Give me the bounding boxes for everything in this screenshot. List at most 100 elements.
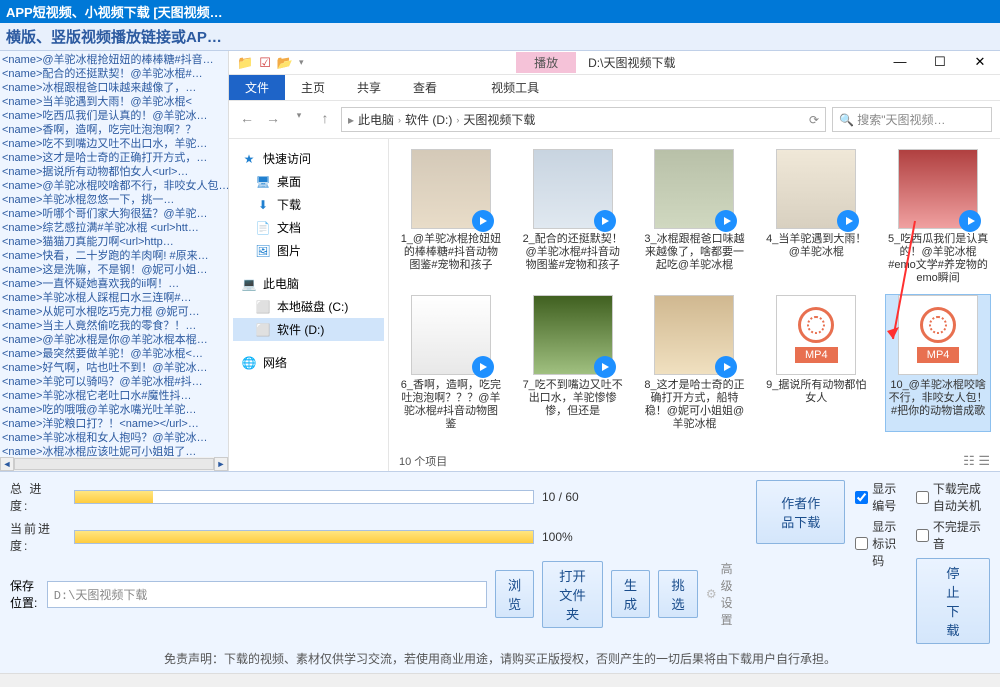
play-badge-icon (472, 210, 494, 232)
nav-desktop[interactable]: 🖥桌面 (233, 170, 384, 193)
log-line: <name>据说所有动物都怕女人<url>… (2, 165, 226, 179)
view-mode-icons[interactable]: ☷ ☰ (963, 453, 990, 469)
nav-recent-icon[interactable]: ▾ (289, 110, 309, 130)
folder-icon[interactable]: 📁 (237, 55, 253, 71)
pick-button[interactable]: 挑选 (658, 570, 698, 618)
file-item[interactable]: 6_香啊，造啊，吃完吐泡泡啊？？？@羊驼冰棍#抖音动物图鉴 (399, 295, 503, 431)
picture-icon: 🖼 (255, 243, 271, 259)
refresh-icon[interactable]: ⟳ (809, 113, 819, 127)
current-progress-text: 100% (542, 530, 642, 544)
file-grid[interactable]: 1_@羊驼冰棍抢妞妞的棒棒糖#抖音动物图鉴#宠物和孩子 2_配合的还挺默契！@羊驼… (389, 139, 1000, 471)
file-thumbnail (776, 149, 856, 229)
document-icon: 📄 (255, 220, 271, 236)
current-progress-bar (74, 530, 534, 544)
checkbox-show-code[interactable]: 显示标识码 (855, 518, 906, 569)
file-item[interactable]: 1_@羊驼冰棍抢妞妞的棒棒糖#抖音动物图鉴#宠物和孩子 (399, 149, 503, 285)
current-progress-label: 当前进度: (10, 520, 66, 554)
stop-download-button[interactable]: 停止下载 (916, 558, 990, 644)
nav-drive-d[interactable]: ⬜软件 (D:) (233, 318, 384, 341)
navigation-pane[interactable]: ★快速访问 🖥桌面 ⬇下载 📄文档 🖼图片 💻此电脑 ⬜本地磁盘 (C:) ⬜软… (229, 139, 389, 471)
total-progress-label: 总 进 度: (10, 480, 66, 514)
chevron-right-icon[interactable]: › (456, 115, 459, 125)
scroll-left-icon[interactable]: ◄ (0, 457, 14, 471)
scroll-right-icon[interactable]: ► (214, 457, 228, 471)
log-line: <name>好气啊，咕也吐不到！@羊驼冰… (2, 361, 226, 375)
tab-view[interactable]: 查看 (397, 75, 453, 100)
address-bar[interactable]: ▸ 此电脑 › 软件 (D:) › 天图视频下载 ⟳ (341, 107, 826, 132)
close-button[interactable]: ✕ (960, 51, 1000, 75)
file-thumbnail (411, 295, 491, 375)
maximize-button[interactable]: ☐ (920, 51, 960, 75)
open-folder-button[interactable]: 打开文件夹 (542, 561, 602, 628)
nav-documents[interactable]: 📄文档 (233, 216, 384, 239)
checkbox-auto-shutdown[interactable]: 下载完成自动关机 (916, 480, 990, 514)
file-item[interactable]: MP410_@羊驼冰棍咬啥不行，非咬女人包！#把你的动物谱成歌 (886, 295, 990, 431)
nav-this-pc[interactable]: 💻此电脑 (233, 272, 384, 295)
save-path-input[interactable]: D:\天图视频下载 (47, 581, 487, 608)
network-icon: 🌐 (241, 355, 257, 371)
quick-access-toolbar: 📁 ☑ 📂 ▾ (229, 55, 312, 71)
nav-back-icon[interactable]: ← (237, 110, 257, 130)
file-item[interactable]: 4_当羊驼遇到大雨！@羊驼冰棍 (764, 149, 868, 285)
tab-home[interactable]: 主页 (285, 75, 341, 100)
qat-dropdown-icon[interactable]: ▾ (299, 57, 304, 68)
nav-quick-access[interactable]: ★快速访问 (233, 147, 384, 170)
file-menu-tab[interactable]: 文件 (229, 75, 285, 100)
desktop-icon: 🖥 (255, 174, 271, 190)
play-badge-icon (715, 356, 737, 378)
item-count: 10 个项目 (399, 453, 447, 469)
file-item[interactable]: 3_冰棍跟棍爸口味越来越像了，啥都要一起吃@羊驼冰棍 (643, 149, 747, 285)
file-name-label: 2_配合的还挺默契！@羊驼冰棍#抖音动物图鉴#宠物和孩子 (521, 233, 625, 272)
crumb-folder[interactable]: 天图视频下载 (463, 111, 535, 128)
log-line: <name>吃西瓜我们是认真的！@羊驼冰… (2, 109, 226, 123)
file-name-label: 10_@羊驼冰棍咬啥不行，非咬女人包！#把你的动物谱成歌 (886, 379, 990, 418)
search-icon: 🔍 (839, 113, 854, 127)
checkbox-show-number[interactable]: 显示编号 (855, 480, 906, 514)
browse-button[interactable]: 浏览 (495, 570, 535, 618)
play-badge-icon (472, 356, 494, 378)
crumb-drive[interactable]: 软件 (D:) (405, 111, 452, 128)
generate-button[interactable]: 生成 (611, 570, 651, 618)
log-line: <name>冰棍跟棍爸口味越来越像了，… (2, 81, 226, 95)
file-name-label: 5_吃西瓜我们是认真的！@羊驼冰棍#emo文学#养宠物的emo瞬间 (886, 233, 990, 285)
tab-share[interactable]: 共享 (341, 75, 397, 100)
nav-forward-icon[interactable]: → (263, 110, 283, 130)
log-panel[interactable]: <name>@羊驼冰棍抢妞妞的棒棒糖#抖音…<name>配合的还挺默契！@羊驼冰… (0, 51, 228, 471)
crumb-pc[interactable]: 此电脑 (358, 111, 394, 128)
nav-up-icon[interactable]: ↑ (315, 110, 335, 130)
log-line: <name>听哪个哥们家大狗很猛？@羊驼… (2, 207, 226, 221)
file-item[interactable]: 7_吃不到嘴边又吐不出口水，羊驼惨惨惨，但还是 (521, 295, 625, 431)
log-scrollbar[interactable]: ◄ ► (0, 457, 228, 471)
file-item[interactable]: 5_吃西瓜我们是认真的！@羊驼冰棍#emo文学#养宠物的emo瞬间 (886, 149, 990, 285)
drive-icon: ▸ (348, 113, 354, 127)
folder-open-icon[interactable]: 📂 (277, 55, 293, 71)
search-placeholder: 搜索"天图视频… (857, 113, 945, 127)
check-icon[interactable]: ☑ (259, 55, 271, 71)
search-input[interactable]: 🔍 搜索"天图视频… (832, 107, 992, 132)
play-badge-icon (594, 356, 616, 378)
file-item[interactable]: MP49_据说所有动物都怕女人 (764, 295, 868, 431)
log-line: <name>香啊，造啊，吃完吐泡泡啊？？ (2, 123, 226, 137)
tab-video-tools[interactable]: 视频工具 (477, 75, 553, 100)
log-line: <name>最突然要做羊驼！@羊驼冰棍<… (2, 347, 226, 361)
checkbox-no-sound[interactable]: 不完提示音 (916, 518, 990, 552)
play-badge-icon (594, 210, 616, 232)
bottom-scrollbar[interactable] (0, 673, 1000, 687)
file-item[interactable]: 8_这才是哈士奇的正确打开方式，船特稳！@妮可小姐姐@羊驼冰棍 (643, 295, 747, 431)
advanced-settings-link[interactable]: ⚙高级设置 (706, 560, 738, 628)
nav-downloads[interactable]: ⬇下载 (233, 193, 384, 216)
chevron-right-icon[interactable]: › (398, 115, 401, 125)
file-item[interactable]: 2_配合的还挺默契！@羊驼冰棍#抖音动物图鉴#宠物和孩子 (521, 149, 625, 285)
nav-network[interactable]: 🌐网络 (233, 351, 384, 374)
file-thumbnail (411, 149, 491, 229)
log-line: <name>当羊驼遇到大雨！@羊驼冰棍< (2, 95, 226, 109)
log-line: <name>吃不到嘴边又吐不出口水，羊驼… (2, 137, 226, 151)
nav-drive-c[interactable]: ⬜本地磁盘 (C:) (233, 295, 384, 318)
minimize-button[interactable]: — (880, 51, 920, 75)
author-works-button[interactable]: 作者作品下载 (756, 480, 845, 544)
play-context-tab: 播放 (516, 52, 576, 73)
log-line: <name>羊驼可以骑吗？@羊驼冰棍#抖… (2, 375, 226, 389)
log-line: <name>这是洗嘛，不是钢！@妮可小姐… (2, 263, 226, 277)
nav-pictures[interactable]: 🖼图片 (233, 239, 384, 262)
log-line: <name>配合的还挺默契！@羊驼冰棍#… (2, 67, 226, 81)
